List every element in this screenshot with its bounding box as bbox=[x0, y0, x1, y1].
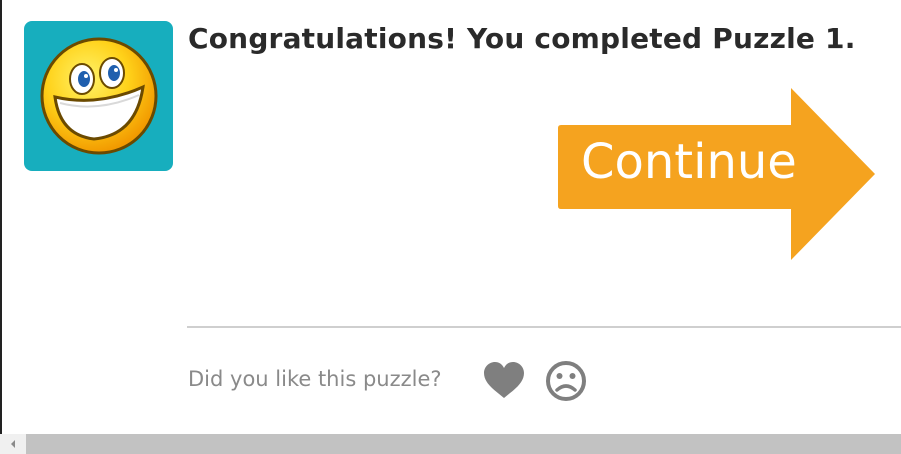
avatar bbox=[24, 21, 173, 171]
like-button[interactable] bbox=[482, 360, 526, 402]
continue-button[interactable]: Continue bbox=[557, 86, 877, 262]
dislike-button[interactable] bbox=[544, 360, 588, 402]
scrollbar-thumb[interactable] bbox=[26, 434, 901, 454]
divider bbox=[187, 326, 901, 328]
scroll-left-button[interactable] bbox=[0, 434, 26, 454]
window-left-border bbox=[0, 0, 2, 454]
continue-button-label: Continue bbox=[581, 134, 797, 190]
sad-face-icon bbox=[546, 361, 586, 401]
feedback-question: Did you like this puzzle? bbox=[188, 367, 442, 391]
heart-icon bbox=[484, 362, 524, 398]
chevron-left-icon bbox=[11, 440, 15, 448]
smiley-face-icon bbox=[40, 37, 158, 155]
page-title: Congratulations! You completed Puzzle 1. bbox=[188, 22, 856, 55]
horizontal-scrollbar[interactable] bbox=[0, 434, 901, 454]
